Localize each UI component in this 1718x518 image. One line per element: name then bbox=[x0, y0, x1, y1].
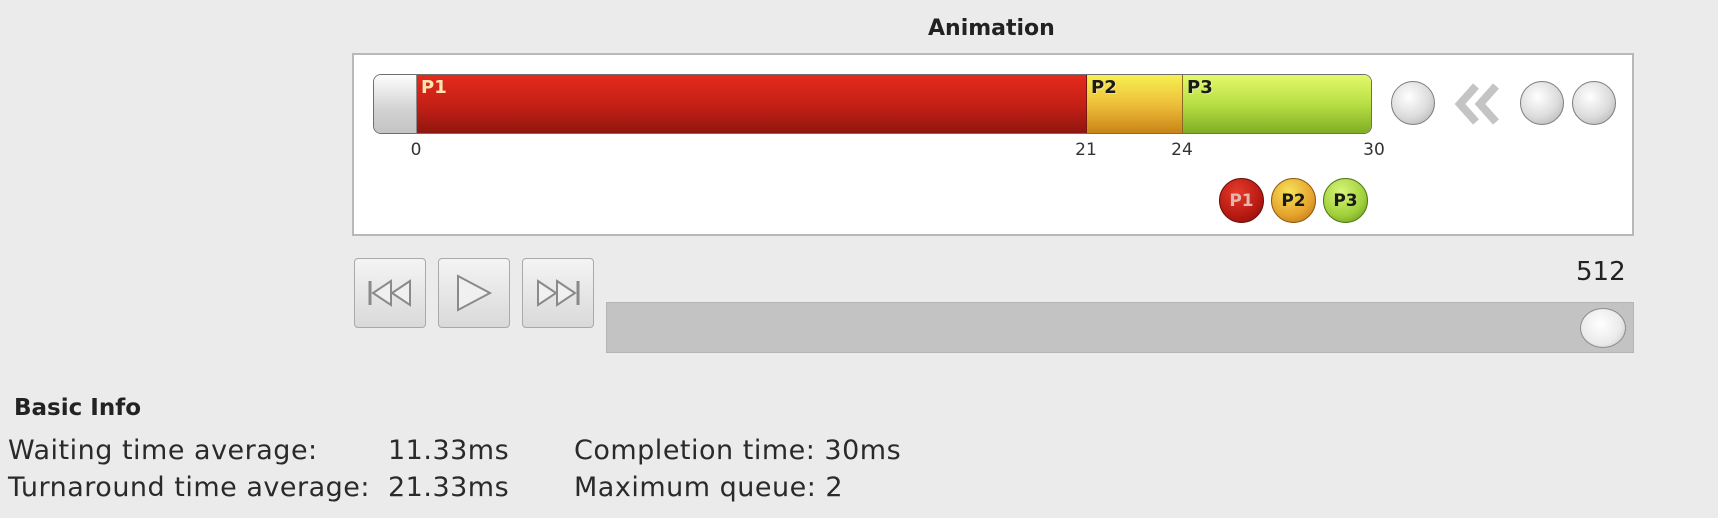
turnaround-time-value: 21.33ms bbox=[388, 472, 510, 503]
gantt-tick-30: 30 bbox=[1363, 140, 1385, 160]
play-button[interactable] bbox=[438, 258, 510, 328]
speed-value: 512 bbox=[1576, 257, 1626, 287]
gantt-label-p3: P3 bbox=[1187, 77, 1213, 98]
chevron-left-double-icon bbox=[1452, 76, 1504, 136]
waiting-time-label: Waiting time average: bbox=[8, 435, 318, 466]
gantt-tick-0: 0 bbox=[410, 140, 422, 160]
queue-slot-cpu bbox=[1391, 81, 1435, 125]
gantt-segment-idle bbox=[374, 75, 417, 133]
gantt-segment-p1: P1 bbox=[417, 75, 1087, 133]
fast-forward-icon bbox=[537, 279, 580, 307]
fast-forward-button[interactable] bbox=[522, 258, 594, 328]
legend-process-p2: P2 bbox=[1271, 178, 1316, 223]
legend-process-p3: P3 bbox=[1323, 178, 1368, 223]
maximum-queue: Maximum queue: 2 bbox=[574, 472, 844, 503]
gantt-tick-21: 21 bbox=[1075, 140, 1097, 160]
queue-slot-1 bbox=[1520, 81, 1564, 125]
rewind-icon bbox=[368, 279, 411, 307]
gantt-label-p1: P1 bbox=[421, 77, 447, 98]
basic-info-title: Basic Info bbox=[14, 395, 142, 421]
gantt-label-p2: P2 bbox=[1091, 77, 1117, 98]
rewind-button[interactable] bbox=[354, 258, 426, 328]
play-icon bbox=[457, 274, 493, 312]
gantt-segment-p2: P2 bbox=[1087, 75, 1183, 133]
gantt-tick-24: 24 bbox=[1171, 140, 1193, 160]
speed-slider-thumb[interactable] bbox=[1580, 308, 1626, 348]
turnaround-time-label: Turnaround time average: bbox=[8, 472, 370, 503]
gantt-chart: P1 P2 P3 bbox=[373, 74, 1372, 134]
queue-slot-2 bbox=[1572, 81, 1616, 125]
speed-slider[interactable] bbox=[606, 302, 1634, 353]
animation-title: Animation bbox=[928, 16, 1055, 41]
gantt-segment-p3: P3 bbox=[1183, 75, 1371, 133]
waiting-time-value: 11.33ms bbox=[388, 435, 510, 466]
legend-process-p1: P1 bbox=[1219, 178, 1264, 223]
completion-time: Completion time: 30ms bbox=[574, 435, 902, 466]
